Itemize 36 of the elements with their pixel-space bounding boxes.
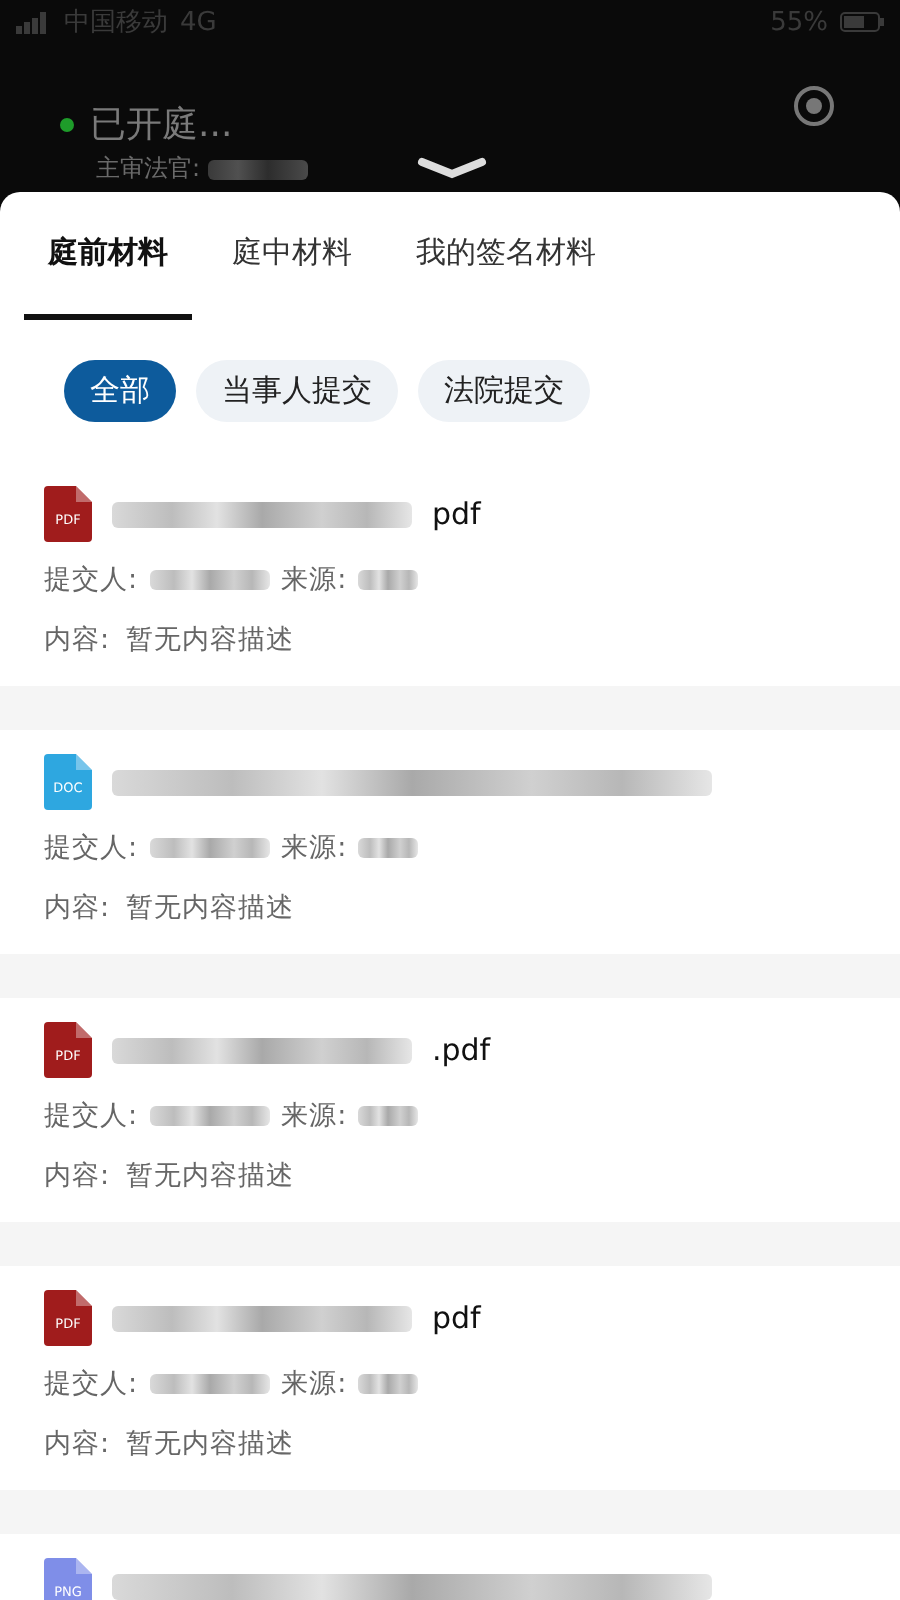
submitter-label: 提交人: bbox=[44, 1366, 138, 1402]
content-description: 内容: 暂无内容描述 bbox=[44, 1158, 297, 1194]
redacted-text bbox=[149, 1374, 270, 1394]
file-name[interactable]: pdf bbox=[432, 1300, 481, 1336]
redacted-text bbox=[149, 570, 270, 590]
tab[interactable]: 庭前材料 bbox=[24, 192, 192, 320]
source-label: 来源: bbox=[281, 1098, 347, 1134]
hearing-status: 已开庭... bbox=[90, 102, 233, 148]
submitter-label: 提交人: bbox=[44, 562, 138, 598]
redacted-text bbox=[208, 159, 309, 179]
record-icon[interactable] bbox=[792, 84, 836, 128]
tab[interactable]: 我的签名材料 bbox=[392, 192, 620, 320]
redacted-text bbox=[358, 1106, 419, 1126]
file-name[interactable]: pdf bbox=[432, 496, 481, 532]
redacted-text bbox=[358, 838, 419, 858]
content-description: 内容: 暂无内容描述 bbox=[44, 1426, 297, 1462]
judge-label: 主审法官: bbox=[96, 152, 201, 186]
redacted-text bbox=[358, 570, 419, 590]
filter-chip[interactable]: 当事人提交 bbox=[196, 360, 398, 422]
content-description: 内容: 暂无内容描述 bbox=[44, 622, 297, 658]
source-label: 来源: bbox=[281, 1366, 347, 1402]
submitter-label: 提交人: bbox=[44, 1098, 138, 1134]
redacted-text bbox=[358, 1374, 419, 1394]
file-name[interactable]: .pdf bbox=[432, 1032, 491, 1068]
source-label: 来源: bbox=[281, 562, 347, 598]
collapse-chevron-icon[interactable] bbox=[416, 156, 488, 180]
submitter-label: 提交人: bbox=[44, 830, 138, 866]
signal-icon bbox=[16, 11, 52, 33]
redacted-text bbox=[149, 838, 270, 858]
battery-icon bbox=[840, 12, 884, 32]
redacted-text bbox=[149, 1106, 270, 1126]
source-label: 来源: bbox=[281, 830, 347, 866]
content-description: 内容: 暂无内容描述 bbox=[44, 890, 297, 926]
tab[interactable]: 庭中材料 bbox=[208, 192, 376, 320]
filter-chip[interactable]: 法院提交 bbox=[418, 360, 590, 422]
filter-chip[interactable]: 全部 bbox=[64, 360, 176, 422]
